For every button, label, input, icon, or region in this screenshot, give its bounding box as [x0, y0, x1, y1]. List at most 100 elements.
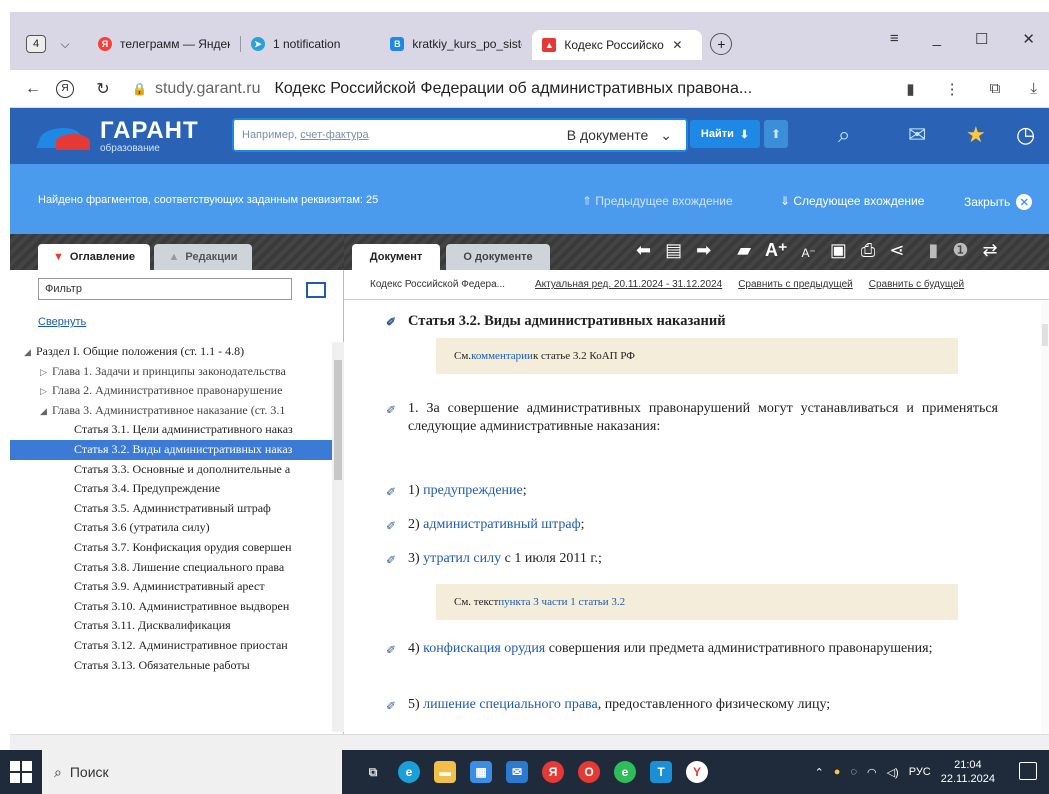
search-input[interactable]: Например, счет-фактура В документе ⌄ [232, 118, 688, 152]
bookmark-icon[interactable]: ▮ [906, 80, 914, 98]
tab-about-document[interactable]: О документе [446, 244, 550, 270]
mail-icon[interactable]: ✉ [506, 761, 528, 783]
point-3-link[interactable]: пункта 3 части 1 статьи 3.2 [498, 596, 625, 608]
reload-icon[interactable]: ↻ [92, 79, 114, 99]
save-icon[interactable]: ▣ [830, 240, 847, 261]
edition-link[interactable]: Актуальная ред. 20.11.2024 - 31.12.2024 [535, 279, 722, 290]
paragraph-marker-icon[interactable]: ✐ [386, 313, 396, 331]
toc-item[interactable]: Статья 3.10. Административное выдворен [10, 597, 332, 617]
arrow-left-icon[interactable]: ⬅ [636, 240, 651, 261]
scrollbar-thumb[interactable] [334, 360, 342, 480]
toc-item[interactable]: Статья 3.9. Административный арест [10, 577, 332, 597]
paragraph-marker-icon[interactable]: ✐ [386, 401, 396, 419]
close-search-button[interactable]: Закрыть ✕ [964, 194, 1033, 210]
minimize-icon[interactable]: _ [933, 30, 941, 48]
toc-item[interactable]: Статья 3.8. Лишение специального права [10, 558, 332, 578]
toc-item[interactable]: ▷ Глава 1. Задачи и принципы законодатель… [10, 362, 332, 382]
download-icon[interactable]: ⤓ [1030, 80, 1037, 98]
warning-icon[interactable]: ❶ [952, 240, 968, 261]
more-icon[interactable]: ⋮ [945, 80, 960, 98]
compare-prev-link[interactable]: Сравнить с предыдущей [738, 279, 853, 290]
tab-toc[interactable]: ▼ Оглавление [38, 244, 150, 270]
mail-icon[interactable]: ✉ [908, 122, 926, 148]
star-icon[interactable]: ★ [966, 122, 986, 148]
fine-link[interactable]: административный штраф [423, 517, 581, 532]
collapse-icon[interactable]: ◢ [24, 343, 36, 362]
paragraph-marker-icon[interactable]: ✐ [386, 517, 396, 535]
toc-item[interactable]: ◢ Глава 3. Административное наказание (ст… [10, 401, 332, 421]
toc-item[interactable]: Статья 3.13. Обязательные работы [10, 656, 332, 676]
new-tab-icon[interactable]: + [710, 33, 733, 55]
paragraph-marker-icon[interactable]: ✐ [386, 483, 396, 501]
next-occurrence-button[interactable]: ⇓ Следующее вхождение [780, 194, 924, 208]
toc-item[interactable]: Статья 3.3. Основные и дополнительные а [10, 460, 332, 480]
tab-document[interactable]: Документ [352, 244, 440, 270]
language-indicator[interactable]: РУС [909, 766, 931, 778]
expand-icon[interactable]: ▷ [40, 382, 52, 401]
windows-start-icon[interactable] [10, 761, 32, 783]
clock[interactable]: 21:04 22.11.2024 [941, 758, 995, 786]
toc-item[interactable]: Статья 3.7. Конфискация орудия совершен [10, 538, 332, 558]
doc-scrollbar[interactable] [1041, 300, 1049, 734]
tts-icon[interactable]: ▰ [737, 240, 751, 261]
page-title[interactable]: Кодекс Российской Федерации об администр… [275, 80, 753, 98]
chevron-down-icon[interactable]: ⌵ [56, 37, 74, 52]
expand-icon[interactable]: ▷ [40, 363, 52, 382]
url-host[interactable]: study.garant.ru [155, 80, 261, 98]
yandex-icon[interactable]: Я [542, 761, 564, 783]
history-icon[interactable]: ◷ [1016, 122, 1035, 148]
search-list-icon[interactable]: ⌕ [838, 122, 850, 148]
yandex-logo-icon[interactable]: Я [56, 79, 74, 98]
tab-count-badge[interactable]: 4 [26, 35, 46, 53]
toc-item[interactable]: ◢ Раздел I. Общие положения (ст. 1.1 - 4.… [10, 342, 332, 362]
filter-input[interactable]: Фильтр [38, 278, 292, 300]
yandex-browser-icon[interactable]: Y [686, 761, 708, 783]
font-increase-icon[interactable]: A⁺ [765, 240, 788, 261]
wifi-icon[interactable]: ◠ [867, 766, 877, 779]
font-decrease-icon[interactable]: A⁻ [802, 246, 816, 261]
scrollbar-thumb[interactable] [1042, 324, 1048, 346]
paragraph-marker-icon[interactable]: ✐ [386, 697, 396, 715]
paragraph-marker-icon[interactable]: ✐ [386, 551, 396, 569]
toc-item[interactable]: ▷ Глава 2. Административное правонарушени… [10, 381, 332, 401]
collapse-link[interactable]: Свернуть [38, 316, 86, 328]
notifications-icon[interactable] [1019, 762, 1037, 780]
toc-item[interactable]: Статья 3.1. Цели административного наказ [10, 420, 332, 440]
toc-item[interactable]: Статья 3.12. Административное приостан [10, 636, 332, 656]
chevron-up-icon[interactable]: ⌃ [815, 766, 824, 779]
maximize-icon[interactable]: ☐ [975, 30, 988, 48]
horizontal-scrollbar[interactable] [10, 734, 1049, 750]
comments-link[interactable]: комментарии [471, 350, 533, 362]
document-icon[interactable]: ▤ [665, 240, 682, 261]
explorer-icon[interactable]: ▬ [434, 761, 456, 783]
collapse-icon[interactable]: ◢ [40, 402, 52, 421]
garant-logo[interactable]: ГАРАНТ образование [36, 118, 220, 154]
app-icon[interactable]: T [650, 761, 672, 783]
swap-icon[interactable]: ⇄ [982, 240, 997, 261]
tab-yandex[interactable]: Я телеграмм — Яндекс [88, 30, 240, 58]
menu-icon[interactable]: ≡ [890, 30, 899, 48]
share-icon[interactable]: ⋖ [889, 240, 904, 261]
toc-item[interactable]: Статья 3.11. Дисквалификация [10, 616, 332, 636]
task-view-icon[interactable]: ⧉ [362, 761, 384, 783]
back-icon[interactable]: ← [22, 80, 44, 98]
tab-kratkiy[interactable]: B kratkiy_kurs_po_siste [380, 30, 532, 58]
close-icon[interactable]: ✕ [1022, 30, 1035, 48]
prev-occurrence-button[interactable]: ⇑ Предыдущее вхождение [582, 194, 733, 208]
find-button[interactable]: Найти ⬇ [690, 120, 760, 148]
lock-icon[interactable]: 🔒 [132, 82, 147, 96]
opera-icon[interactable]: O [578, 761, 600, 783]
print-icon[interactable]: ⎙ [861, 240, 875, 261]
compare-next-link[interactable]: Сравнить с будущей [869, 279, 964, 290]
tab-telegram[interactable]: ➤ 1 notification [241, 30, 350, 58]
browser-green-icon[interactable]: e [614, 761, 636, 783]
deprivation-link[interactable]: лишение специального права [423, 697, 598, 712]
warning-link[interactable]: предупреждение [423, 483, 523, 498]
extension-icon[interactable]: ⧉ [990, 80, 1001, 98]
store-icon[interactable]: ▦ [470, 761, 492, 783]
toc-item[interactable]: Статья 3.2. Виды административных наказ [10, 439, 332, 460]
bookmark-icon[interactable]: ▮ [928, 240, 938, 261]
toc-item[interactable]: Статья 3.5. Административный штраф [10, 499, 332, 519]
confiscation-link[interactable]: конфискация орудия [423, 641, 545, 656]
paragraph-marker-icon[interactable]: ✐ [386, 641, 396, 659]
